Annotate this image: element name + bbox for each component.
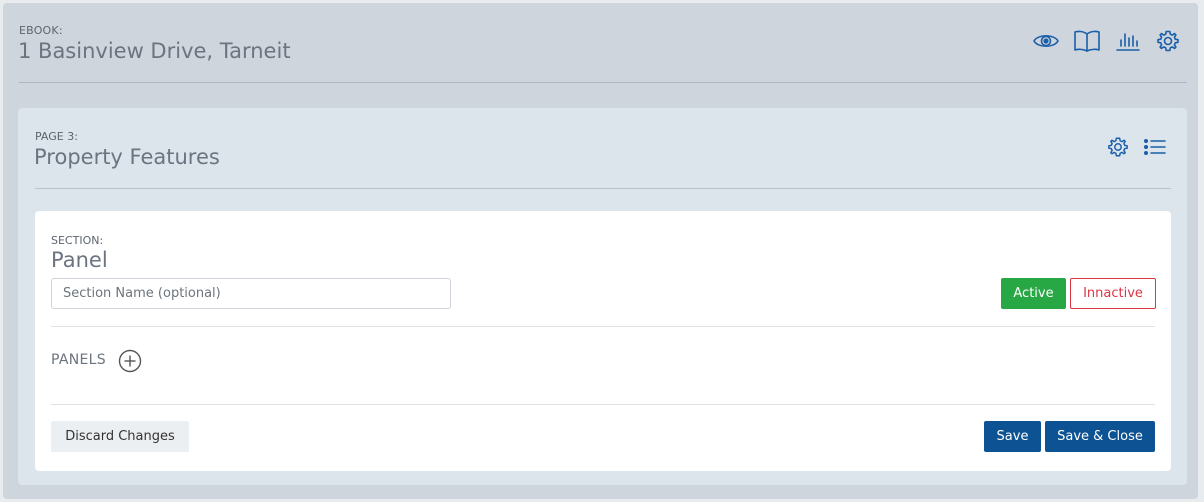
preview-button[interactable] — [1031, 26, 1061, 56]
panels-label: PANELS — [51, 352, 106, 368]
stats-button[interactable] — [1113, 26, 1143, 56]
page-sections-list-button[interactable] — [1140, 132, 1170, 162]
section-kicker: SECTION: — [51, 234, 104, 247]
read-ebook-button[interactable] — [1072, 26, 1102, 56]
page-kicker: PAGE 3: — [35, 130, 78, 143]
page-settings-button[interactable] — [1103, 132, 1133, 162]
inactive-button[interactable]: Innactive — [1070, 278, 1156, 309]
ebook-kicker: EBOOK: — [19, 24, 63, 37]
ebook-title: 1 Basinview Drive, Tarneit — [18, 39, 291, 63]
active-button[interactable]: Active — [1001, 278, 1066, 309]
page-panel: PAGE 3: Property Features SECTION: Panel — [18, 108, 1187, 485]
section-title: Panel — [51, 248, 108, 272]
list-icon — [1143, 138, 1166, 156]
save-and-close-button[interactable]: Save & Close — [1045, 421, 1155, 452]
section-name-input[interactable] — [51, 278, 451, 309]
divider — [19, 82, 1187, 83]
chart-icon — [1116, 33, 1140, 51]
section-card: SECTION: Panel Active Innactive PANELS D… — [35, 211, 1171, 471]
gear-icon — [1157, 30, 1179, 52]
add-panel-button[interactable] — [118, 349, 142, 373]
divider — [51, 404, 1155, 405]
book-icon — [1074, 30, 1100, 52]
discard-changes-button[interactable]: Discard Changes — [51, 421, 189, 452]
page-title: Property Features — [34, 145, 220, 169]
divider — [51, 326, 1155, 327]
gear-icon — [1108, 137, 1128, 157]
save-button[interactable]: Save — [984, 421, 1041, 452]
ebook-panel: EBOOK: 1 Basinview Drive, Tarneit PAGE 3… — [3, 3, 1198, 499]
divider — [35, 188, 1171, 189]
ebook-settings-button[interactable] — [1153, 26, 1183, 56]
plus-circle-icon — [118, 349, 142, 373]
eye-icon — [1033, 34, 1059, 48]
